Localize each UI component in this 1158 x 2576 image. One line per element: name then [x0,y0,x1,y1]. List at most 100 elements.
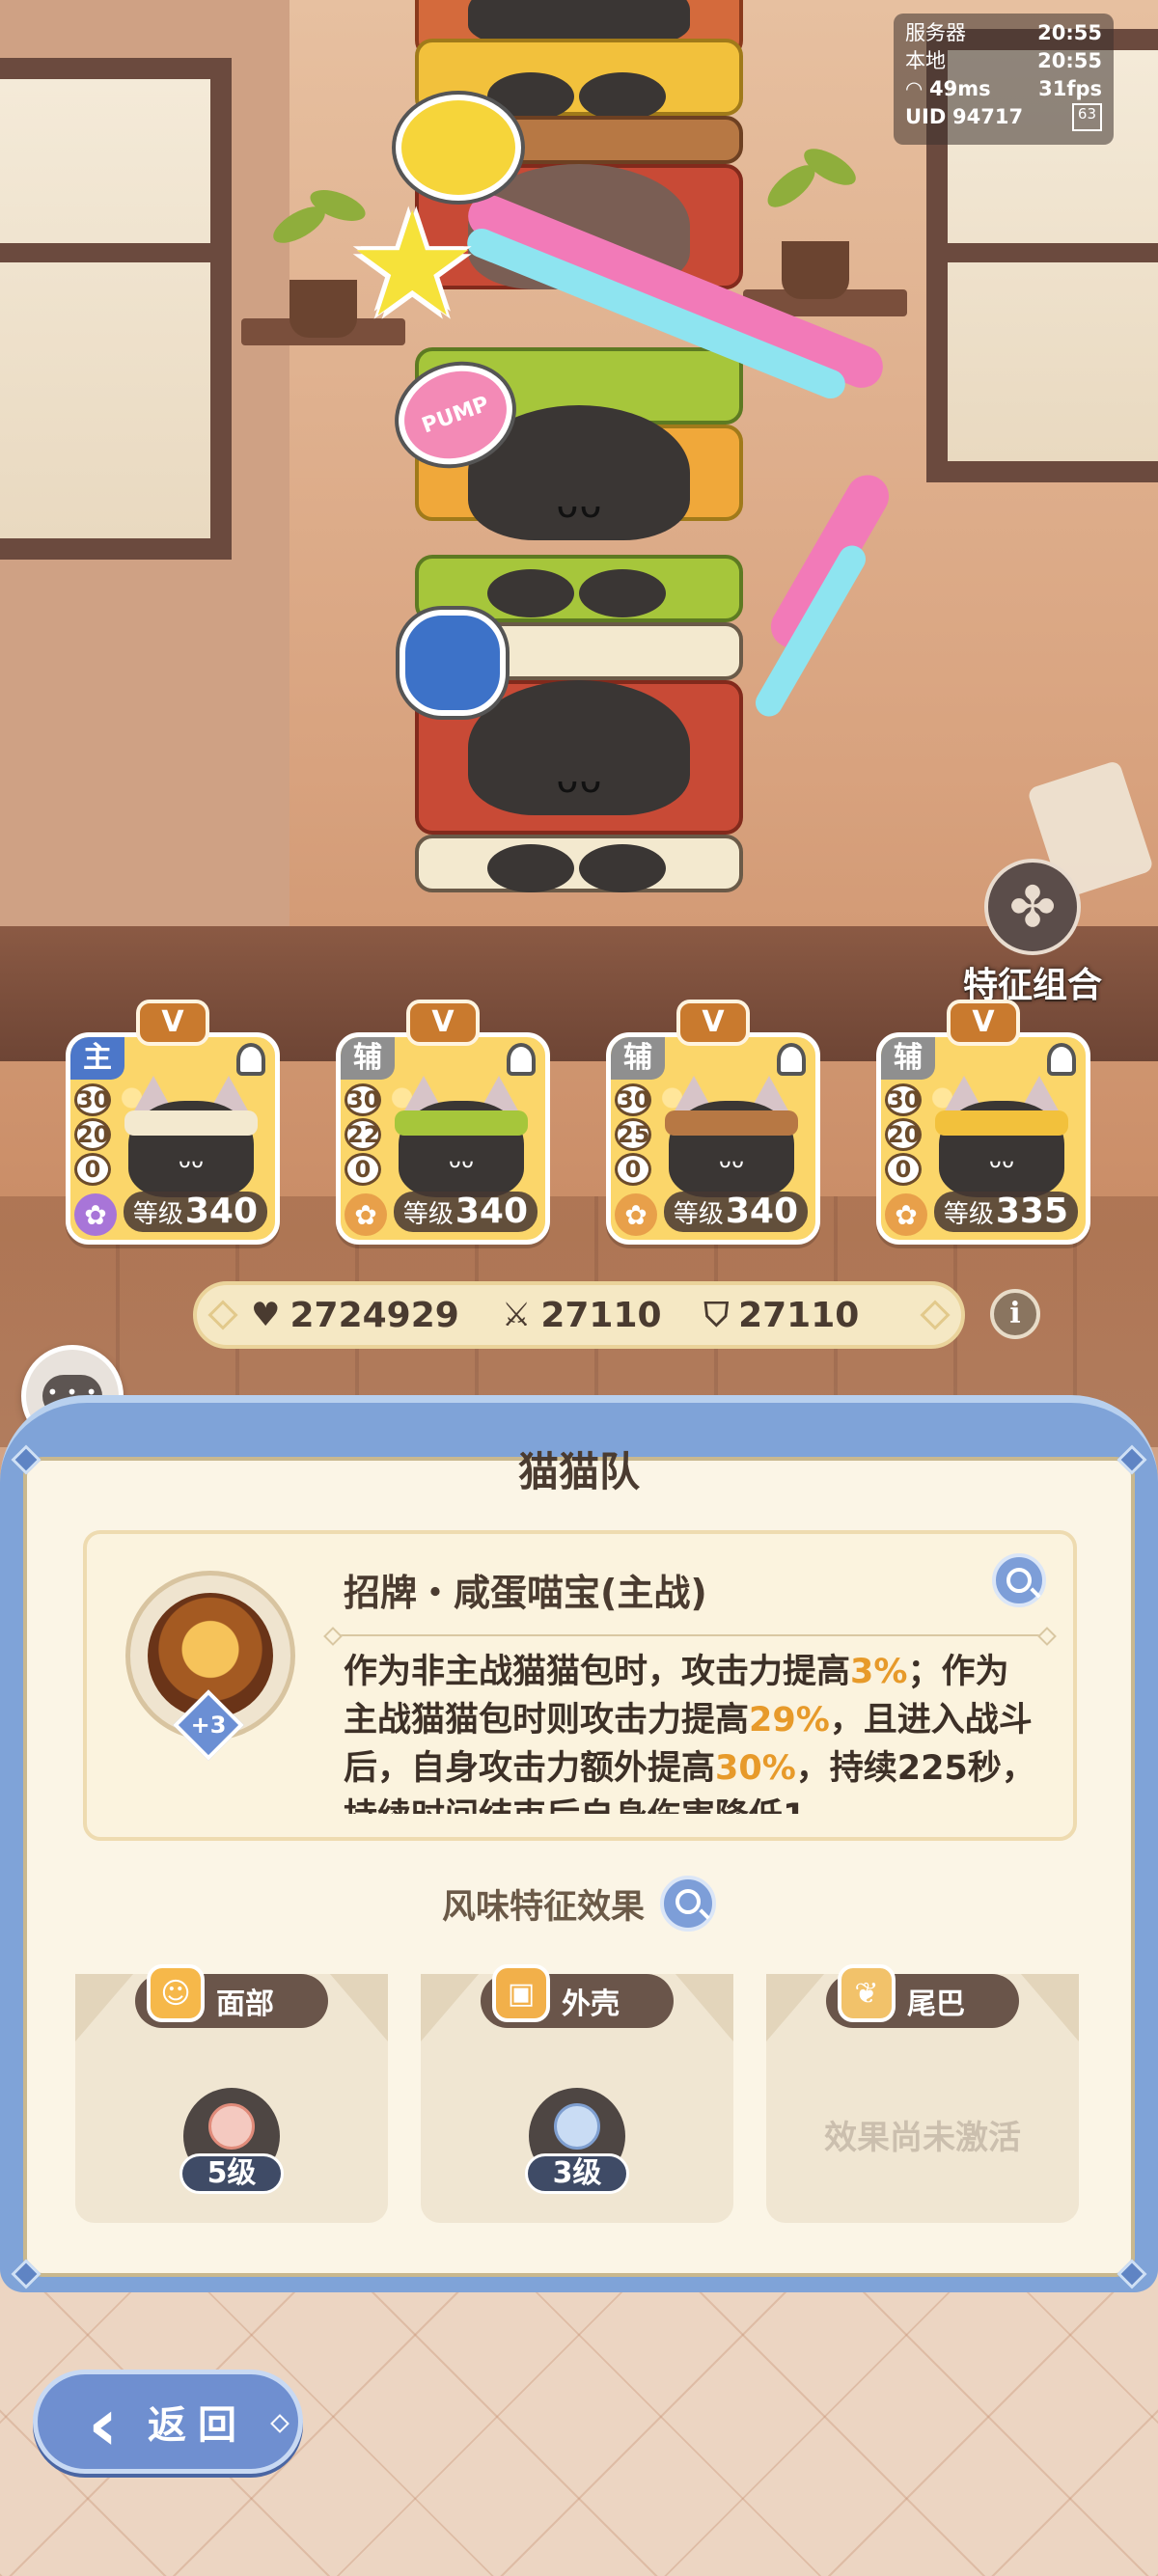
card-stats: 30 22 0 [345,1083,381,1188]
diamond-ornament [920,1300,951,1330]
card-body: 辅 ᴗᴗ 30 22 0 ✿ 等级 340 [336,1032,550,1245]
trait-tab: ☺ 面部 [135,1964,328,2028]
fps: 31fps [1038,77,1102,100]
level-value: 335 [995,1192,1068,1231]
role-badge: 辅 [881,1037,935,1080]
role-badge: 主 [70,1037,124,1080]
cat-paw [579,569,666,617]
role-badge: 辅 [611,1037,665,1080]
card-stats: 30 25 0 [615,1083,651,1188]
rank-tag: V [947,1000,1020,1046]
team-stats-bar: ♥ 2724929 ⚔ 27110 ⛉ 27110 [193,1281,965,1349]
lock-icon[interactable] [507,1043,536,1076]
card-body: 辅 ᴗᴗ 30 25 0 ✿ 等级 340 [606,1032,820,1245]
stat-value: 30 [615,1083,651,1116]
rank-tag: V [406,1000,480,1046]
skill-bonus-value: +3 [190,1712,227,1739]
level-value: 340 [184,1192,258,1231]
wifi-icon: ◠ [905,77,924,100]
lock-icon[interactable] [777,1043,806,1076]
info-button[interactable]: i [990,1289,1040,1339]
medal-face-icon [208,2103,255,2150]
uid-value: 94717 [952,105,1024,128]
rank-tag: V [676,1000,750,1046]
cat-portrait: ᴗᴗ [929,1076,1074,1201]
tail-icon: ❦ [838,1964,896,2022]
cat-card-4[interactable]: V 辅 ᴗᴗ 30 20 0 ✿ 等级 335 [876,1000,1090,1245]
level-label: 等级 [943,1200,994,1229]
cat-portrait: ᴗᴗ [389,1076,534,1201]
level-label: 等级 [673,1200,724,1229]
crossed-swords-icon: ⚔ [501,1296,532,1334]
server-time: 20:55 [1037,21,1102,44]
trait-card-face[interactable]: ☺ 面部 5级 [75,1964,388,2223]
level-badge: 等级 340 [663,1192,808,1232]
level-badge: 等级 340 [393,1192,538,1232]
shell-icon: ▣ [492,1964,550,2022]
desc-text: 作为非主战猫猫包时，攻击力提高 [344,1653,851,1691]
stat-value: 22 [345,1118,381,1151]
uid-label: UID [905,105,947,128]
status-hud: 服务器 20:55 本地 20:55 ◠ 49ms 31fps UID 94717 63 [894,14,1114,145]
defense-stat: ⛉ 27110 [704,1296,860,1335]
flavor-trait-title: 风味特征效果 [441,1887,645,1927]
level-value: 340 [725,1192,798,1231]
window-left [0,58,232,560]
trait-tab: ❦ 尾巴 [826,1964,1019,2028]
magnifier-icon [676,1889,701,1914]
paw-icon: ✿ [885,1193,927,1236]
four-petal-icon: ✤ [984,859,1081,955]
cat-card-1[interactable]: V 主 ᴗᴗ 30 20 0 ✿ 等级 340 [66,1000,280,1245]
card-body: 主 ᴗᴗ 30 20 0 ✿ 等级 340 [66,1032,280,1245]
attack-stat: ⚔ 27110 [502,1296,662,1335]
trait-tab: ▣ 外壳 [481,1964,674,2028]
back-arrow-icon [84,2381,130,2467]
lock-icon[interactable] [236,1043,265,1076]
cat-portrait: ᴗᴗ [119,1076,263,1201]
divider [338,1634,1042,1636]
trait-combo-button[interactable]: ✤ 特征组合 [955,859,1110,1007]
level-label: 等级 [132,1200,183,1229]
desc-highlight: 30% [715,1749,796,1788]
shield-icon: ⛉ [703,1296,730,1334]
hp-stat: ♥ 2724929 [251,1296,459,1335]
magnifier-icon [1006,1568,1032,1593]
stat-value: 30 [885,1083,922,1116]
trait-inactive-text: 效果尚未激活 [824,2119,1021,2157]
stat-value: 20 [885,1118,922,1151]
level-badge: 等级 340 [123,1192,267,1232]
panel-title: 猫猫队 [517,1448,640,1495]
back-button[interactable]: 返回 [33,2370,303,2474]
skill-detail-button[interactable] [992,1553,1046,1607]
stat-value: 25 [615,1118,651,1151]
server-label: 服务器 [905,21,966,44]
cat-face: ᴗᴗ [555,757,603,802]
signature-skill-description[interactable]: 作为非主战猫猫包时，攻击力提高3%；作为主战猫猫包时则攻击力提高29%，且进入战… [344,1648,1038,1814]
paw-icon: ✿ [615,1193,657,1236]
card-body: 辅 ᴗᴗ 30 20 0 ✿ 等级 335 [876,1032,1090,1245]
cat-card-3[interactable]: V 辅 ᴗᴗ 30 25 0 ✿ 等级 340 [606,1000,820,1245]
desc-highlight: 3% [850,1653,908,1691]
star-sticker-icon: ★ [347,181,478,349]
signature-skill-title: 招牌・咸蛋喵宝(主战) [344,1572,707,1614]
diamond-ornament [270,2414,290,2433]
trait-card-shell[interactable]: ▣ 外壳 3级 [421,1964,733,2223]
card-stats: 30 20 0 [74,1083,111,1188]
paw-icon: ✿ [345,1193,387,1236]
level-badge: 等级 335 [933,1192,1078,1232]
trait-card-tail[interactable]: ❦ 尾巴 效果尚未激活 [766,1964,1079,2223]
trait-name: 面部 [216,1987,274,2021]
heart-icon: ♥ [251,1296,281,1334]
flavor-detail-button[interactable] [660,1876,716,1932]
trait-level: 5级 [179,2153,284,2194]
cat-card-2[interactable]: V 辅 ᴗᴗ 30 22 0 ✿ 等级 340 [336,1000,550,1245]
stat-value: 30 [74,1083,111,1116]
cat-portrait: ᴗᴗ [659,1076,804,1201]
cat-face: ᴗᴗ [555,482,603,527]
level-value: 340 [455,1192,528,1231]
hand-sticker-icon [400,610,506,716]
trait-name: 外壳 [562,1987,620,2021]
lock-icon[interactable] [1047,1043,1076,1076]
paw-icon: ✿ [74,1193,117,1236]
cat-paw [579,72,666,121]
